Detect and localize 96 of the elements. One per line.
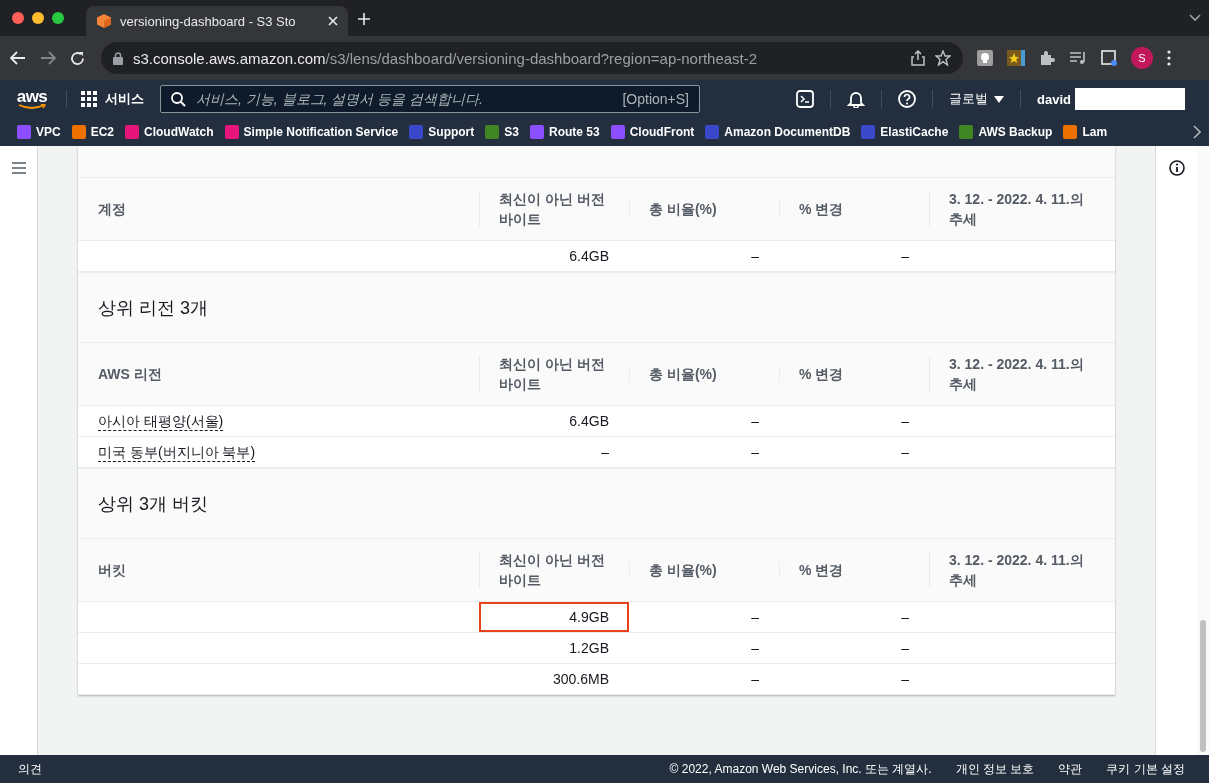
new-tab-icon[interactable] bbox=[358, 13, 370, 25]
info-icon[interactable] bbox=[1168, 160, 1185, 176]
share-icon[interactable] bbox=[911, 50, 925, 66]
search-input[interactable]: 서비스, 기능, 블로그, 설명서 등을 검색합니다. bbox=[194, 90, 615, 108]
region-link[interactable]: 아시아 태평양(서울) bbox=[98, 411, 224, 431]
table-cell-text: – bbox=[900, 608, 910, 627]
puzzle-icon[interactable] bbox=[1039, 50, 1055, 66]
column-header: AWS 리전 bbox=[97, 365, 163, 384]
bookmark-link[interactable]: Route 53 bbox=[530, 125, 600, 139]
table-cell: 4.9GB bbox=[479, 602, 629, 632]
column-header: 총 비율(%) bbox=[629, 364, 779, 384]
bookmark-link[interactable]: EC2 bbox=[71, 125, 115, 139]
footer-link[interactable]: 개인 정보 보호 bbox=[955, 760, 1035, 778]
terminal-icon[interactable] bbox=[796, 90, 814, 108]
section-title: 상위 3개 버킷 bbox=[78, 468, 1115, 538]
footer-link[interactable]: 쿠키 기본 설정 bbox=[1106, 760, 1185, 778]
browser-tab[interactable]: versioning-dashboard - S3 Sto bbox=[86, 6, 348, 36]
region-link[interactable]: 미국 동부(버지니아 북부) bbox=[98, 442, 256, 462]
cube-icon bbox=[96, 13, 112, 29]
bookmark-link[interactable]: Simple Notification Service bbox=[224, 125, 399, 139]
close-window-icon[interactable] bbox=[12, 12, 24, 24]
column-header: 계정 bbox=[97, 200, 127, 219]
table-cell-text: 6.4GB bbox=[568, 412, 610, 431]
column-header: 총 비율(%) bbox=[629, 199, 779, 219]
forward-arrow-icon[interactable] bbox=[40, 51, 56, 65]
back-arrow-icon[interactable] bbox=[10, 51, 26, 65]
menu-icon[interactable] bbox=[11, 162, 26, 174]
feedback-link[interactable]: 의견 bbox=[18, 760, 42, 778]
column-header: 버킷 bbox=[97, 561, 127, 580]
column-header: 최신이 아닌 버전 바이트 bbox=[479, 550, 629, 590]
lock-icon bbox=[113, 51, 123, 65]
column-header: % 변경 bbox=[779, 560, 929, 580]
table-cell-text: – bbox=[900, 639, 910, 658]
account-menu[interactable]: david bbox=[1037, 91, 1071, 107]
column-header: % 변경 bbox=[779, 364, 929, 384]
column-header: 3. 12. - 2022. 4. 11.의 추세 bbox=[929, 354, 1115, 394]
star-icon[interactable] bbox=[935, 50, 951, 66]
table-cell-text: – bbox=[750, 639, 760, 658]
table-cell-text: – bbox=[750, 412, 760, 431]
table-cell-text: 300.6MB bbox=[551, 670, 610, 689]
scrollbar-thumb[interactable] bbox=[1200, 620, 1206, 752]
more-menu-icon[interactable] bbox=[1167, 50, 1171, 66]
reload-icon[interactable] bbox=[70, 50, 85, 66]
chevron-right-icon[interactable] bbox=[1193, 125, 1201, 139]
table-cell-text: – bbox=[750, 443, 760, 462]
column-header: % 변경 bbox=[779, 199, 929, 219]
smile-icon bbox=[18, 103, 46, 110]
bookmark-link[interactable]: VPC bbox=[17, 125, 61, 139]
column-header: 총 비율(%) bbox=[629, 560, 779, 580]
bookmark-link[interactable]: S3 bbox=[485, 125, 519, 139]
table-cell-text: – bbox=[900, 412, 910, 431]
minimize-window-icon[interactable] bbox=[32, 12, 44, 24]
url-path: /s3/lens/dashboard/versioning-dashboard?region=ap-northeast-2 bbox=[325, 49, 758, 67]
search-bar[interactable]: 서비스, 기능, 블로그, 설명서 등을 검색합니다. [Option+S] bbox=[160, 85, 700, 113]
caret-down-icon bbox=[994, 95, 1004, 103]
chevron-down-icon[interactable] bbox=[1189, 14, 1201, 22]
bookmark-link[interactable]: CloudWatch bbox=[125, 125, 214, 139]
grid-icon bbox=[81, 91, 97, 107]
close-icon[interactable] bbox=[328, 16, 338, 26]
footer-link[interactable]: 약관 bbox=[1058, 760, 1083, 778]
sidebar-panel-icon[interactable] bbox=[1101, 50, 1117, 66]
search-icon bbox=[171, 91, 186, 107]
table-cell-text: – bbox=[600, 443, 610, 462]
table-cell-text: – bbox=[900, 247, 910, 266]
table-cell-text: 6.4GB bbox=[568, 247, 610, 266]
section-title: 상위 리전 3개 bbox=[78, 272, 1115, 342]
aws-logo[interactable]: aws bbox=[16, 88, 48, 110]
tab-title: versioning-dashboard - S3 Sto bbox=[120, 13, 297, 29]
region-menu[interactable]: 글로벌 bbox=[933, 90, 1021, 108]
star-extension-icon[interactable] bbox=[1007, 50, 1025, 66]
table-cell-text: – bbox=[750, 247, 760, 266]
bookmark-link[interactable]: ElastiCache bbox=[861, 125, 949, 139]
table-cell-text: – bbox=[900, 670, 910, 689]
bookmark-link[interactable]: AWS Backup bbox=[959, 125, 1053, 139]
playlist-icon[interactable] bbox=[1069, 51, 1087, 65]
bookmark-link[interactable]: CloudFront bbox=[610, 125, 695, 139]
column-header: 3. 12. - 2022. 4. 11.의 추세 bbox=[929, 550, 1115, 590]
maximize-window-icon[interactable] bbox=[52, 12, 64, 24]
column-header: 최신이 아닌 버전 바이트 bbox=[479, 189, 629, 229]
table-cell-text: – bbox=[750, 608, 760, 627]
column-header: 3. 12. - 2022. 4. 11.의 추세 bbox=[929, 189, 1115, 229]
help-icon[interactable] bbox=[898, 90, 916, 108]
profile-avatar[interactable]: S bbox=[1131, 47, 1153, 69]
column-header: 최신이 아닌 버전 바이트 bbox=[479, 354, 629, 394]
copyright-text: © 2022, Amazon Web Services, Inc. 또는 계열사. bbox=[669, 760, 932, 778]
table-cell-text: 1.2GB bbox=[568, 639, 610, 658]
bookmark-link[interactable]: Support bbox=[409, 125, 475, 139]
bookmark-link[interactable]: Amazon DocumentDB bbox=[705, 125, 851, 139]
notification-bell-icon[interactable] bbox=[847, 90, 865, 108]
shortcut-hint: [Option+S] bbox=[622, 91, 689, 107]
lightbulb-extension-icon[interactable] bbox=[977, 50, 993, 66]
url-host: s3.console.aws.amazon.com bbox=[133, 49, 326, 67]
table-cell-text: – bbox=[900, 443, 910, 462]
address-bar[interactable]: s3.console.aws.amazon.com/s3/lens/dashboard/versioning-dashboard?region=ap-northeast-2 bbox=[101, 42, 963, 74]
table-cell-text: – bbox=[750, 670, 760, 689]
bookmark-link[interactable]: Lam bbox=[1063, 125, 1108, 139]
